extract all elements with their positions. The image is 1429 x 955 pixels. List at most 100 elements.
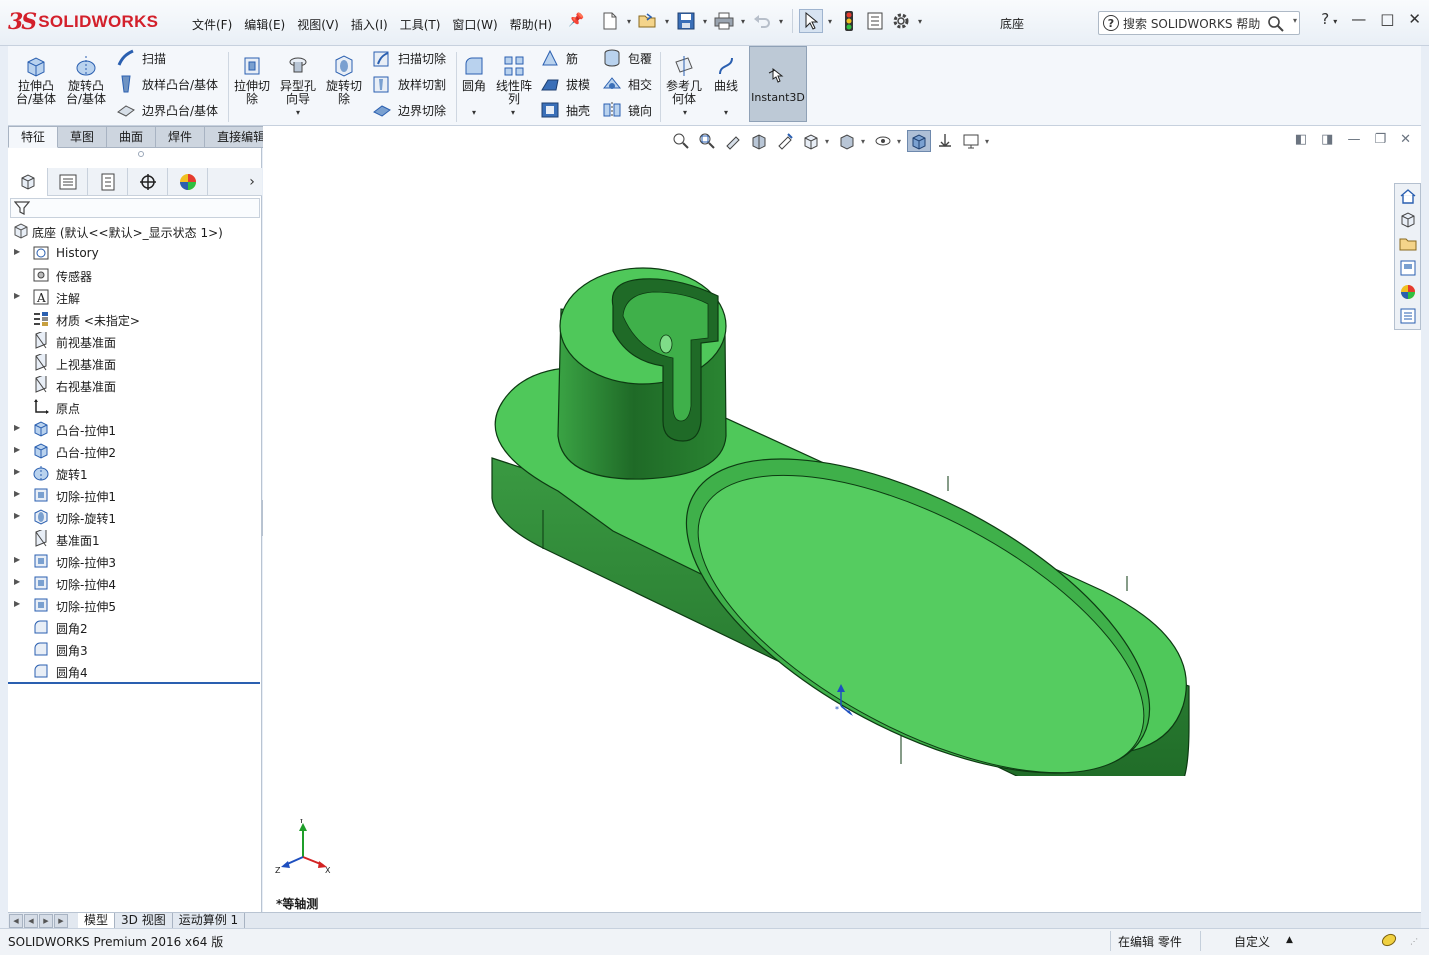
fillet-button[interactable]: 圆角 [462,54,486,93]
tab-3d-views[interactable]: 3D 视图 [115,912,173,929]
collapse-right-icon[interactable]: ◨ [1321,132,1333,147]
tree-item-material[interactable]: 材质 <未指定> [8,308,262,330]
tree-item-right-plane[interactable]: 右视基准面 [8,374,262,396]
display-style-dropdown-icon[interactable]: ▾ [861,137,869,146]
close-button[interactable]: ✕ [1408,10,1421,28]
tab-weldments[interactable]: 焊件 [156,126,206,148]
expand-icon[interactable]: ▶ [14,489,22,498]
resize-grip-icon[interactable]: ⋰ [1410,937,1418,946]
view-settings-dropdown-icon[interactable]: ▾ [985,137,993,146]
first-tab-icon[interactable]: ◀ [9,913,23,928]
previous-tab-icon[interactable]: ◀ [24,913,38,928]
linear-pattern-dropdown-icon[interactable]: ▾ [511,108,515,117]
expand-icon[interactable]: ▶ [14,423,22,432]
open-icon[interactable] [636,9,660,33]
tree-item-cut-extrude5[interactable]: ▶ 切除-拉伸5 [8,594,262,616]
view-orientation-icon[interactable] [799,130,823,152]
tree-item-boss-extrude1[interactable]: ▶ 凸台-拉伸1 [8,418,262,440]
display-manager-tab[interactable] [168,168,208,196]
help-search-input[interactable]: ? 搜索 SOLIDWORKS 帮助 ▾ [1098,11,1300,35]
configuration-manager-tab[interactable] [88,168,128,196]
expand-icon[interactable]: ▶ [14,555,22,564]
new-dropdown-icon[interactable]: ▾ [624,17,634,26]
boundary-boss-button[interactable]: 边界凸台/基体 [116,100,218,120]
tree-item-fillet2[interactable]: 圆角2 [8,616,262,638]
tab-features[interactable]: 特征 [8,126,59,148]
appearances-icon[interactable] [1395,280,1420,304]
tree-item-cut-revolve1[interactable]: ▶ 切除-旋转1 [8,506,262,528]
unit-system-dropdown-icon[interactable]: ▲ [1286,935,1293,945]
lofted-cut-button[interactable]: 放样切割 [372,74,446,94]
mirror-button[interactable]: 镜向 [602,100,652,120]
hide-show-items-icon[interactable] [871,130,895,152]
property-manager-tab[interactable] [48,168,88,196]
sweep-button[interactable]: 扫描 [116,48,166,68]
section-view-icon[interactable] [747,130,771,152]
menu-edit[interactable]: 编辑(E) [238,14,291,35]
expand-icon[interactable]: ▶ [14,247,22,256]
previous-view-icon[interactable] [721,130,745,152]
save-dropdown-icon[interactable]: ▾ [700,17,710,26]
rollback-bar[interactable] [8,682,260,684]
unit-system[interactable]: 自定义 [1234,933,1270,950]
tree-filter[interactable] [10,198,260,218]
swept-cut-button[interactable]: 扫描切除 [372,48,446,68]
tree-item-annotations[interactable]: ▶ A 注解 [8,286,262,308]
viewport-close-button[interactable]: ✕ [1400,132,1411,147]
tree-item-revolve1[interactable]: ▶ 旋转1 [8,462,262,484]
tree-item-fillet4[interactable]: 圆角4 [8,660,262,682]
expand-icon[interactable]: ▶ [14,511,22,520]
chevron-right-icon[interactable]: › [242,168,262,196]
viewport-minimize-button[interactable]: — [1347,132,1360,147]
extrude-boss-button[interactable]: 拉伸凸 台/基体 [16,54,56,106]
curves-dropdown-icon[interactable]: ▾ [724,108,728,117]
expand-icon[interactable]: ▶ [14,467,22,476]
menu-help[interactable]: 帮助(H) [504,14,558,35]
edit-appearance-icon[interactable] [907,130,931,152]
save-icon[interactable] [674,9,698,33]
instant3d-button[interactable]: Instant3D [749,46,807,122]
expand-icon[interactable]: ▶ [14,291,22,300]
dynamic-annotation-icon[interactable] [773,130,797,152]
revolve-boss-button[interactable]: 旋转凸 台/基体 [66,54,106,106]
view-orientation-dropdown-icon[interactable]: ▾ [825,137,833,146]
print-icon[interactable] [712,9,736,33]
fillet-dropdown-icon[interactable]: ▾ [472,108,476,117]
tab-motion-study[interactable]: 运动算例 1 [173,912,246,929]
expand-icon[interactable]: ▶ [14,445,22,454]
maximize-button[interactable]: □ [1380,10,1394,28]
options-icon[interactable] [889,9,913,33]
apply-scene-icon[interactable] [933,130,957,152]
pane-resize-handle[interactable] [138,151,144,157]
menu-insert[interactable]: 插入(I) [345,14,394,35]
select-icon[interactable] [799,9,823,33]
shell-button[interactable]: 抽壳 [540,100,590,120]
zoom-to-fit-icon[interactable] [669,130,693,152]
dimxpert-manager-tab[interactable] [128,168,168,196]
wrap-button[interactable]: 包覆 [602,48,652,68]
new-icon[interactable] [598,9,622,33]
reference-geometry-button[interactable]: 参考几 何体 [666,54,702,106]
hide-show-dropdown-icon[interactable]: ▾ [897,137,905,146]
tree-item-history[interactable]: ▶ History [8,242,262,264]
rebuild-status-icon[interactable] [1380,932,1398,951]
file-properties-icon[interactable] [863,9,887,33]
pin-menu-icon[interactable]: 📌 [568,13,584,28]
tree-item-sensors[interactable]: 传感器 [8,264,262,286]
home-icon[interactable] [1395,184,1420,208]
viewport-restore-button[interactable]: ❐ [1374,132,1386,147]
extrude-cut-button[interactable]: 拉伸切 除 [234,54,270,106]
graphics-area[interactable]: ▾ ▾ ▾ ▾ ◧ ◨ — ❐ ✕ * Y X Z *等轴测 [263,126,1421,912]
revolve-cut-button[interactable]: 旋转切 除 [326,54,362,106]
design-library-icon[interactable] [1395,208,1420,232]
tree-item-top-plane[interactable]: 上视基准面 [8,352,262,374]
linear-pattern-button[interactable]: 线性阵 列 [496,54,532,106]
tab-sketch[interactable]: 草图 [58,126,108,148]
tree-item-origin[interactable]: 原点 [8,396,262,418]
tree-item-boss-extrude2[interactable]: ▶ 凸台-拉伸2 [8,440,262,462]
intersect-button[interactable]: 相交 [602,74,652,94]
search-dropdown-icon[interactable]: ▾ [1293,16,1297,25]
expand-icon[interactable]: ▶ [14,577,22,586]
tree-item-cut-extrude1[interactable]: ▶ 切除-拉伸1 [8,484,262,506]
loft-boss-button[interactable]: 放样凸台/基体 [116,74,218,94]
